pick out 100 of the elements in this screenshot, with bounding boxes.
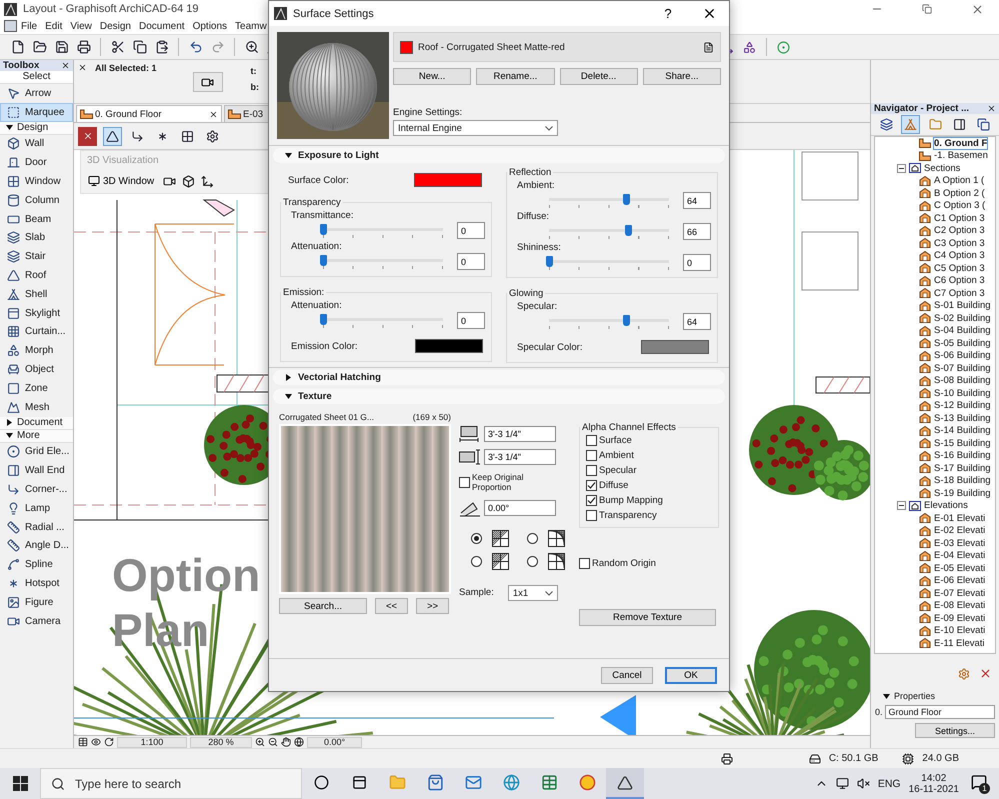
checkbox[interactable] — [586, 495, 597, 506]
menu-item[interactable]: File — [17, 20, 42, 32]
radio-button[interactable] — [471, 556, 482, 567]
color-swatch[interactable] — [641, 340, 709, 354]
tool-item[interactable]: Marquee — [0, 102, 73, 122]
tree-item[interactable]: C5 Option 3 — [875, 262, 995, 274]
tree-item[interactable]: E-07 Elevati — [875, 587, 995, 600]
checkbox[interactable] — [586, 435, 597, 446]
number-field[interactable]: 0 — [457, 253, 485, 270]
next-button[interactable]: >> — [416, 598, 449, 614]
tree-item[interactable]: C7 Option 3 — [875, 287, 995, 300]
language-indicator[interactable]: ENG — [878, 778, 901, 790]
number-field[interactable]: 0 — [457, 222, 485, 239]
document-icon[interactable] — [703, 42, 714, 52]
checkbox-option[interactable]: Diffuse — [586, 480, 712, 491]
scale-field[interactable]: 1:100 — [117, 736, 187, 748]
checkbox-option[interactable]: Keep Original Proportion — [459, 472, 571, 492]
tool-item[interactable]: Angle D... — [0, 536, 73, 556]
slider-thumb[interactable] — [320, 224, 327, 234]
tool-item[interactable]: Column — [0, 190, 73, 210]
tree-item[interactable]: E-11 Elevati — [875, 637, 995, 650]
clock[interactable]: 14:02 16-11-2021 — [908, 772, 959, 794]
collapse-icon[interactable] — [897, 164, 906, 173]
checkbox-option[interactable]: Bump Mapping — [586, 495, 712, 506]
previous-button[interactable]: << — [375, 598, 408, 614]
color-swatch[interactable] — [415, 339, 483, 353]
collapse-triangle-icon[interactable] — [285, 152, 292, 159]
zoom-field[interactable]: 280 % — [190, 736, 252, 748]
remove-texture-button[interactable]: Remove Texture — [579, 609, 716, 626]
dialog-button[interactable]: Share... — [642, 68, 721, 85]
close-icon[interactable] — [987, 104, 996, 113]
tree-item[interactable]: C Option 3 ( — [875, 200, 995, 212]
3d-window-button[interactable]: 3D Window — [85, 172, 158, 190]
tool-item[interactable]: Skylight — [0, 304, 73, 323]
checkbox-option[interactable]: Transparency — [586, 510, 712, 521]
number-field[interactable]: 64 — [683, 192, 711, 209]
tree-item[interactable]: S-04 Building — [875, 324, 995, 337]
tree-item[interactable]: 0. Ground F — [875, 137, 995, 150]
checkbox-option[interactable]: Specular — [586, 465, 712, 476]
number-field[interactable]: 0 — [683, 254, 711, 271]
tree-item[interactable]: S-02 Building — [875, 312, 995, 324]
tree-item[interactable]: B Option 2 ( — [875, 187, 995, 200]
close-icon[interactable] — [209, 110, 218, 118]
angle-field[interactable]: 0.00° — [307, 736, 362, 748]
tool-item[interactable]: Curtain... — [0, 322, 73, 342]
tool-item[interactable]: Slab — [0, 228, 73, 248]
slider-thumb[interactable] — [622, 314, 630, 326]
tree-item[interactable]: E-03 Elevati — [875, 537, 995, 550]
menu-item[interactable]: View — [66, 20, 96, 32]
tool-item[interactable]: Stair — [0, 247, 73, 266]
tool-item[interactable]: Corner-... — [0, 480, 73, 499]
dialog-button[interactable]: New... — [393, 68, 472, 85]
close-icon[interactable] — [61, 61, 70, 70]
settings-button[interactable]: Settings... — [915, 723, 995, 738]
tool-item[interactable]: Door — [0, 153, 73, 172]
tree-item[interactable]: E-02 Elevati — [875, 524, 995, 537]
angle-field[interactable]: 0.00° — [484, 500, 556, 516]
tree-item[interactable]: E-10 Elevati — [875, 624, 995, 637]
number-field[interactable]: 0 — [457, 312, 485, 329]
menu-item[interactable]: Options — [188, 20, 232, 32]
tree-item[interactable]: S-14 Building — [875, 424, 995, 437]
section-header[interactable]: More — [0, 430, 73, 443]
tree-item[interactable]: S-13 Building — [875, 412, 995, 424]
checkbox[interactable] — [586, 480, 597, 491]
tool-item[interactable]: Radial ... — [0, 518, 73, 537]
tree-item[interactable]: E-05 Elevati — [875, 562, 995, 574]
refresh-icon[interactable] — [104, 737, 114, 747]
hand-icon[interactable] — [281, 737, 291, 747]
radio-button[interactable] — [527, 533, 538, 544]
slider-thumb[interactable] — [320, 254, 327, 266]
close-icon[interactable] — [78, 63, 87, 72]
app-logo-icon[interactable] — [606, 768, 644, 799]
slider-thumb[interactable] — [320, 314, 327, 324]
collapse-triangle-icon[interactable] — [883, 692, 890, 700]
dialog-button[interactable]: Delete... — [560, 68, 638, 85]
tree-item[interactable]: S-18 Building — [875, 474, 995, 487]
slider-thumb[interactable] — [622, 194, 630, 204]
tree-item[interactable]: E-04 Elevati — [875, 550, 995, 562]
checkbox-option[interactable]: Random Origin — [579, 558, 719, 569]
section-header[interactable]: Exposure to Light — [273, 148, 725, 163]
tree-item[interactable]: S-10 Building — [875, 387, 995, 400]
checkbox[interactable] — [586, 510, 597, 521]
collapse-icon[interactable] — [897, 501, 906, 510]
tree-item[interactable]: S-17 Building — [875, 462, 995, 474]
radio-button[interactable] — [471, 533, 482, 544]
tree-item[interactable]: S-08 Building — [875, 374, 995, 387]
notification-button[interactable]: 1 — [967, 772, 991, 796]
menu-item[interactable]: Document — [135, 20, 189, 32]
help-button[interactable]: ? — [653, 1, 683, 26]
tree-item[interactable]: S-01 Building — [875, 300, 995, 312]
tool-item[interactable]: Figure — [0, 592, 73, 612]
engine-dropdown[interactable]: Internal Engine — [393, 120, 558, 136]
tree-item[interactable]: A Option 1 ( — [875, 174, 995, 187]
dialog-button[interactable]: Cancel — [601, 666, 653, 684]
checkbox-option[interactable]: Surface — [586, 435, 712, 446]
tree-item[interactable]: S-12 Building — [875, 400, 995, 412]
checkbox-option[interactable]: Ambient — [586, 450, 712, 461]
tree-item[interactable]: C4 Option 3 — [875, 250, 995, 262]
tree-item[interactable]: C2 Option 3 — [875, 224, 995, 237]
tool-item[interactable]: Lamp — [0, 498, 73, 518]
